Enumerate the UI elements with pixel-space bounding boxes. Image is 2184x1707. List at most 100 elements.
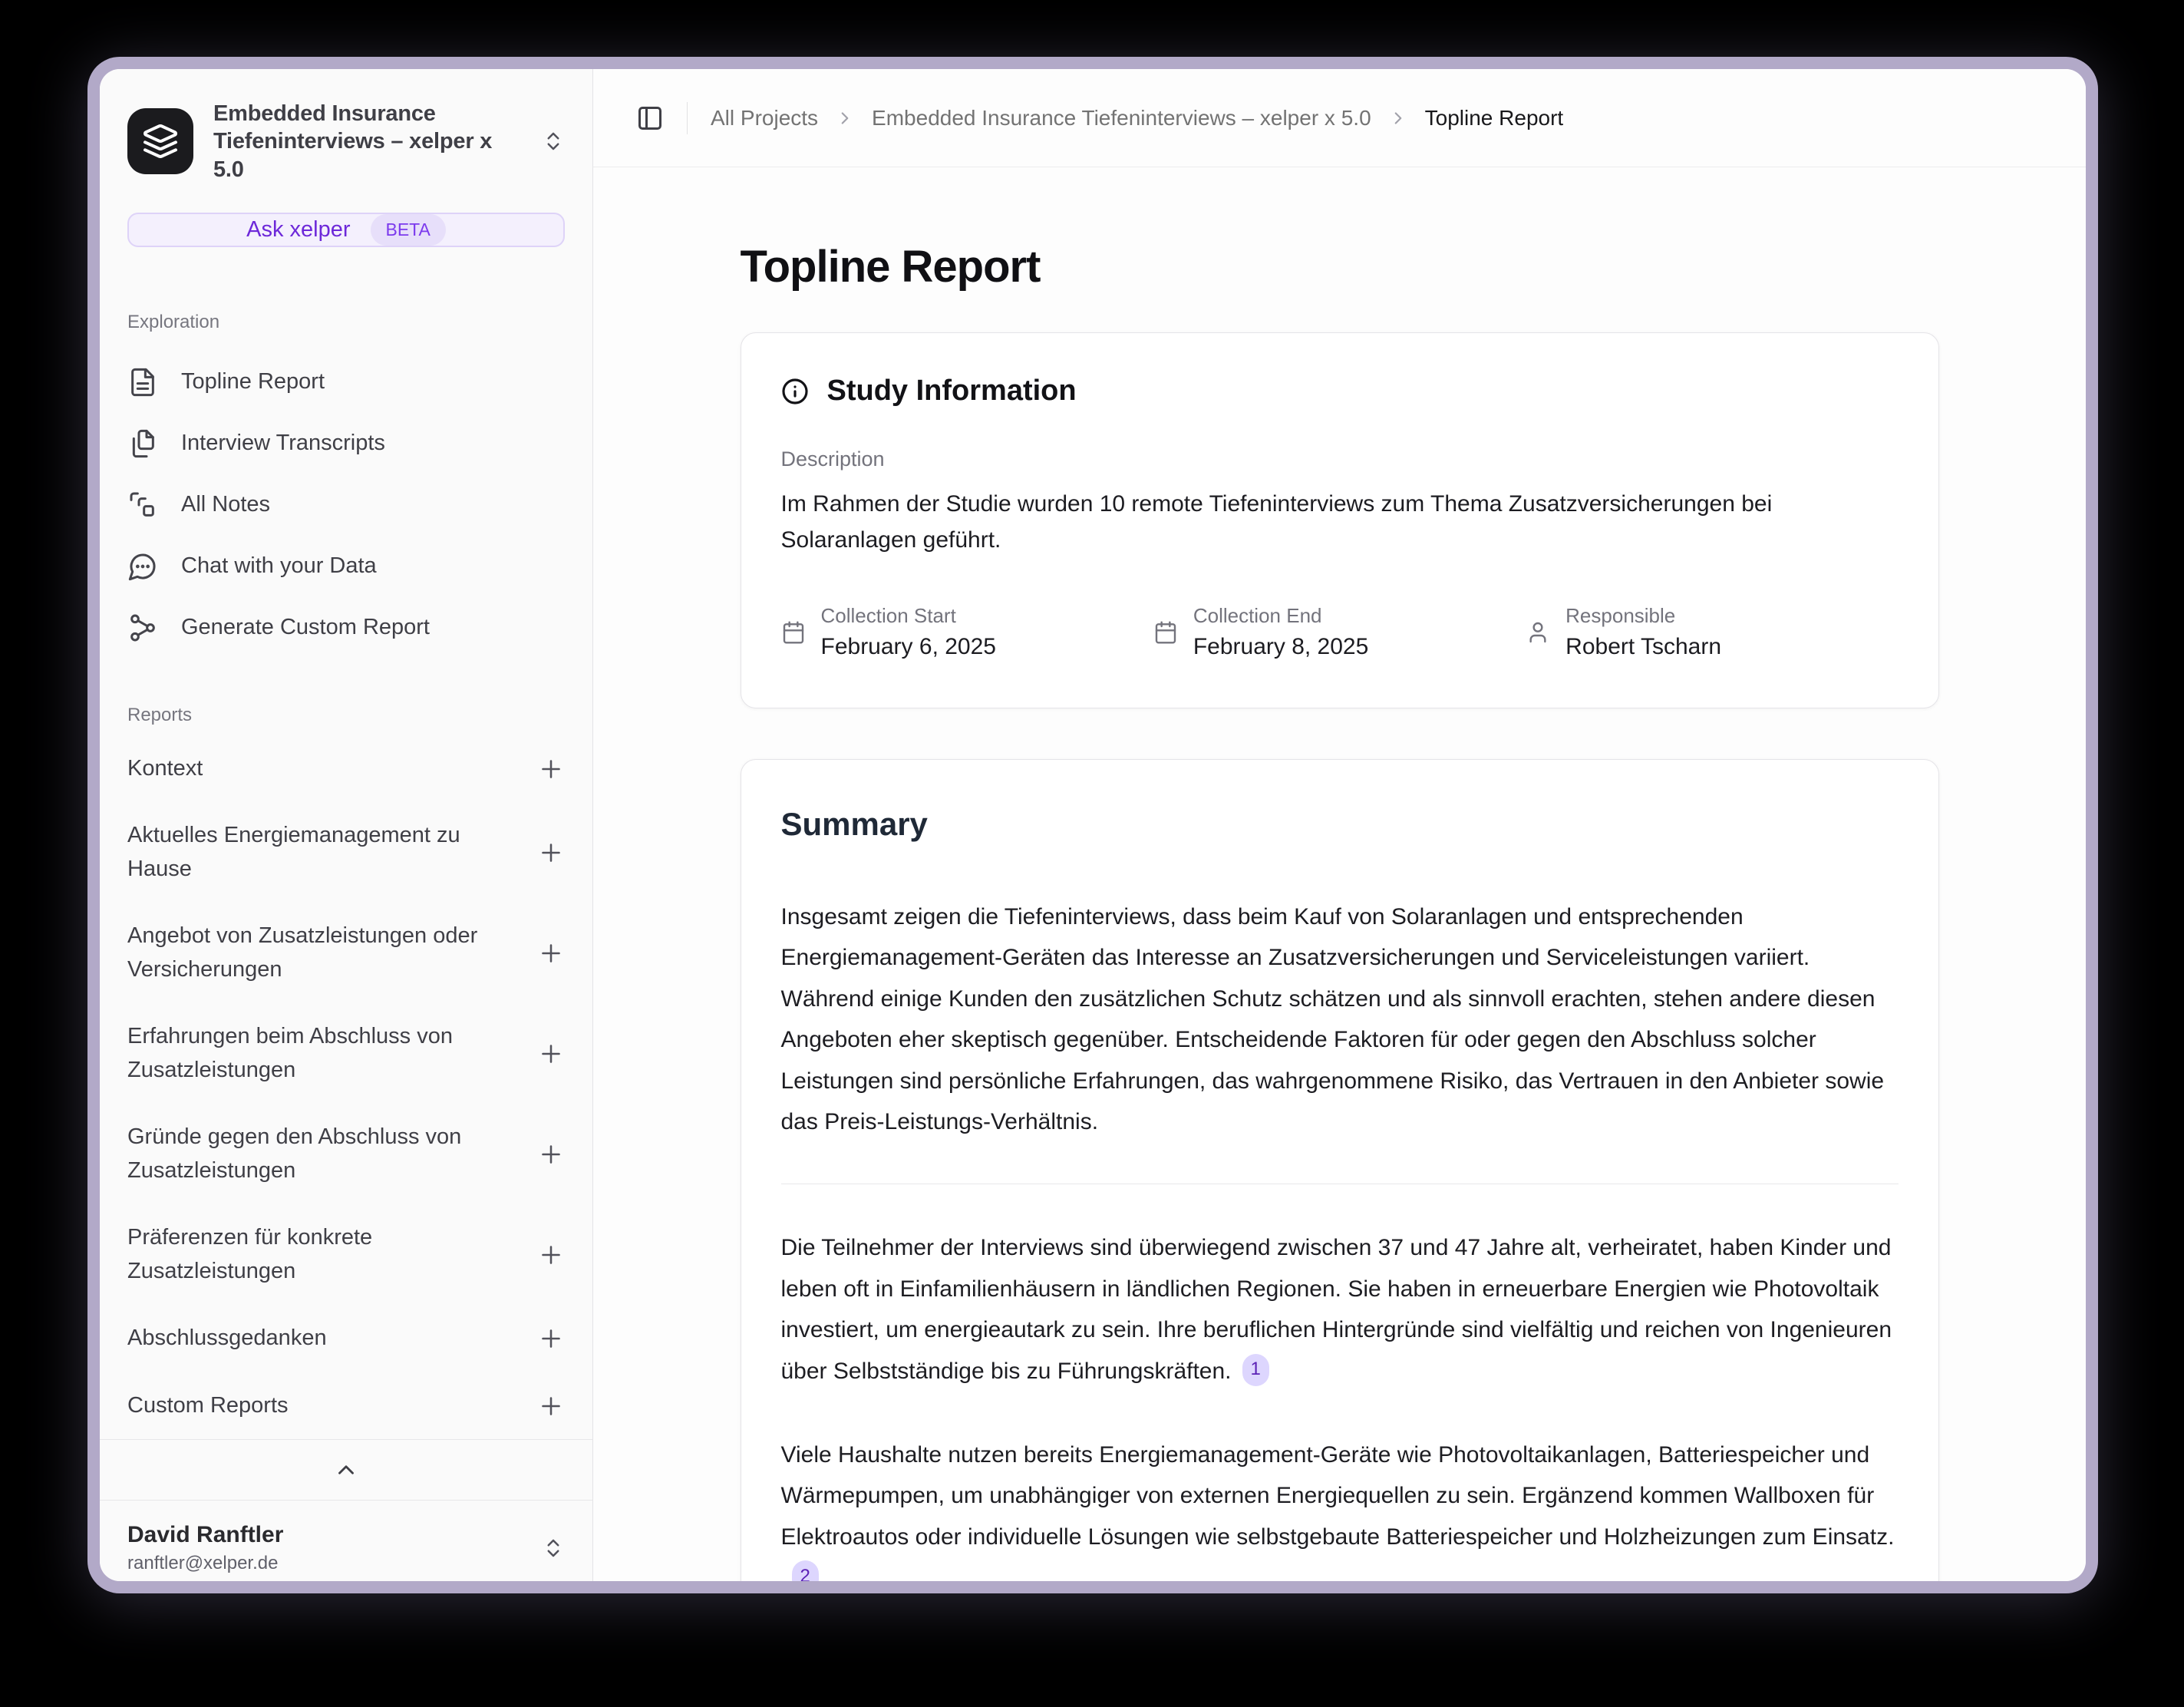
plus-icon[interactable]	[537, 839, 565, 867]
user-menu[interactable]: David Ranftler ranftler@xelper.de	[100, 1501, 592, 1581]
field-collection-start: Collection Start February 6, 2025	[781, 604, 1153, 660]
report-item-energiemanagement[interactable]: Aktuelles Energiemanagement zu Hause	[100, 802, 592, 903]
plus-icon[interactable]	[537, 1241, 565, 1269]
study-information-title: Study Information	[827, 375, 1077, 408]
workflow-icon	[127, 612, 158, 643]
report-item-praeferenzen[interactable]: Präferenzen für konkrete Zusatzleistunge…	[100, 1204, 592, 1305]
field-label: Collection End	[1193, 604, 1368, 628]
project-switcher[interactable]: Embedded Insurance Tiefeninterviews – xe…	[100, 69, 592, 190]
report-item-label: Kontext	[127, 752, 203, 786]
chat-bubble-icon	[127, 551, 158, 582]
files-icon	[127, 428, 158, 459]
breadcrumb-current-page: Topline Report	[1425, 106, 1564, 130]
report-item-gruende-gegen-abschluss[interactable]: Gründe gegen den Abschluss von Zusatzlei…	[100, 1104, 592, 1204]
sidebar: Embedded Insurance Tiefeninterviews – xe…	[100, 69, 593, 1581]
chevron-right-icon	[1388, 108, 1408, 128]
field-texts: Responsible Robert Tscharn	[1565, 604, 1721, 660]
plus-icon[interactable]	[537, 1141, 565, 1168]
sidebar-item-label: Chat with your Data	[181, 553, 377, 579]
reports-section-label: Reports	[100, 705, 592, 726]
report-item-angebot-zusatzleistungen[interactable]: Angebot von Zusatzleistungen oder Versic…	[100, 903, 592, 1003]
page-title: Topline Report	[741, 241, 1939, 292]
summary-paragraph: Viele Haushalte nutzen bereits Energiema…	[781, 1435, 1899, 1581]
chevron-up-icon	[333, 1457, 359, 1483]
citation-badge[interactable]: 2	[792, 1560, 819, 1581]
paragraph-text: Insgesamt zeigen die Tiefeninterviews, d…	[781, 904, 1885, 1134]
sidebar-item-label: Topline Report	[181, 369, 325, 395]
content-scroll-area[interactable]: Topline Report Study Information Descrip…	[593, 167, 2086, 1581]
plus-icon[interactable]	[537, 1040, 565, 1068]
sidebar-item-generate-custom-report[interactable]: Generate Custom Report	[100, 597, 592, 659]
sidebar-item-label: All Notes	[181, 492, 270, 517]
field-value: February 8, 2025	[1193, 634, 1368, 660]
summary-paragraph: Insgesamt zeigen die Tiefeninterviews, d…	[781, 896, 1899, 1142]
breadcrumb-project[interactable]: Embedded Insurance Tiefeninterviews – xe…	[872, 106, 1371, 130]
user-meta: David Ranftler ranftler@xelper.de	[127, 1522, 526, 1574]
sidebar-item-interview-transcripts[interactable]: Interview Transcripts	[100, 413, 592, 474]
plus-icon[interactable]	[537, 755, 565, 783]
user-name: David Ranftler	[127, 1522, 526, 1548]
chevron-right-icon	[835, 108, 855, 128]
notes-icon	[127, 490, 158, 520]
plus-icon[interactable]	[537, 939, 565, 967]
sidebar-item-all-notes[interactable]: All Notes	[100, 474, 592, 536]
chevrons-up-down-icon	[542, 1537, 565, 1560]
study-information-card: Study Information Description Im Rahmen …	[741, 332, 1939, 708]
report-item-label: Angebot von Zusatzleistungen oder Versic…	[127, 920, 496, 986]
divider	[687, 102, 688, 134]
calendar-icon	[781, 620, 806, 645]
user-email: ranftler@xelper.de	[127, 1553, 526, 1574]
window-frame: Embedded Insurance Tiefeninterviews – xe…	[87, 57, 2098, 1593]
field-label: Collection Start	[821, 604, 996, 628]
content: Topline Report Study Information Descrip…	[741, 241, 1939, 1581]
main-area: All Projects Embedded Insurance Tiefenin…	[593, 69, 2086, 1581]
field-responsible: Responsible Robert Tscharn	[1526, 604, 1898, 660]
report-item-kontext[interactable]: Kontext	[100, 735, 592, 803]
field-texts: Collection Start February 6, 2025	[821, 604, 996, 660]
beta-badge: BETA	[371, 214, 446, 246]
sidebar-item-chat-with-data[interactable]: Chat with your Data	[100, 536, 592, 597]
description-text: Im Rahmen der Studie wurden 10 remote Ti…	[781, 487, 1899, 558]
paragraph-text: Viele Haushalte nutzen bereits Energiema…	[781, 1442, 1895, 1550]
report-item-label: Custom Reports	[127, 1389, 289, 1423]
study-fields: Collection Start February 6, 2025	[781, 604, 1899, 660]
sidebar-toggle-button[interactable]	[636, 104, 664, 132]
plus-icon[interactable]	[537, 1325, 565, 1352]
sidebar-item-label: Generate Custom Report	[181, 615, 430, 640]
report-item-abschlussgedanken[interactable]: Abschlussgedanken	[100, 1305, 592, 1372]
description-label: Description	[781, 447, 1899, 471]
report-item-custom-reports[interactable]: Custom Reports	[100, 1372, 592, 1440]
user-icon	[1526, 620, 1550, 645]
sidebar-item-topline-report[interactable]: Topline Report	[100, 352, 592, 413]
citation-badge[interactable]: 1	[1242, 1354, 1269, 1386]
file-text-icon	[127, 367, 158, 398]
ask-xelper-label: Ask xelper	[246, 217, 350, 243]
field-collection-end: Collection End February 8, 2025	[1153, 604, 1526, 660]
exploration-section-label: Exploration	[100, 312, 592, 333]
report-item-label: Präferenzen für konkrete Zusatzleistunge…	[127, 1221, 496, 1288]
field-texts: Collection End February 8, 2025	[1193, 604, 1368, 660]
report-item-label: Gründe gegen den Abschluss von Zusatzlei…	[127, 1121, 496, 1187]
field-value: February 6, 2025	[821, 634, 996, 660]
layers-icon	[142, 123, 179, 160]
summary-title: Summary	[781, 806, 1899, 843]
summary-card: Summary Insgesamt zeigen die Tiefeninter…	[741, 759, 1939, 1581]
paragraph-text: Die Teilnehmer der Interviews sind überw…	[781, 1235, 1892, 1383]
info-icon	[781, 378, 809, 405]
breadcrumb-all-projects[interactable]: All Projects	[711, 106, 818, 130]
breadcrumb: All Projects Embedded Insurance Tiefenin…	[711, 106, 1563, 130]
project-title: Embedded Insurance Tiefeninterviews – xe…	[213, 100, 522, 183]
report-item-erfahrungen-abschluss[interactable]: Erfahrungen beim Abschluss von Zusatzlei…	[100, 1003, 592, 1104]
report-item-label: Abschlussgedanken	[127, 1322, 327, 1355]
breadcrumb-bar: All Projects Embedded Insurance Tiefenin…	[593, 69, 2086, 167]
sidebar-item-label: Interview Transcripts	[181, 431, 385, 456]
study-information-header: Study Information	[781, 375, 1899, 408]
report-item-label: Aktuelles Energiemanagement zu Hause	[127, 819, 496, 886]
app-logo	[127, 108, 193, 174]
ask-xelper-button[interactable]: Ask xelper BETA	[127, 213, 565, 247]
calendar-icon	[1153, 620, 1178, 645]
sidebar-collapse-button[interactable]	[100, 1440, 592, 1500]
field-label: Responsible	[1565, 604, 1721, 628]
plus-icon[interactable]	[537, 1392, 565, 1420]
summary-paragraph: Die Teilnehmer der Interviews sind überw…	[781, 1227, 1899, 1392]
